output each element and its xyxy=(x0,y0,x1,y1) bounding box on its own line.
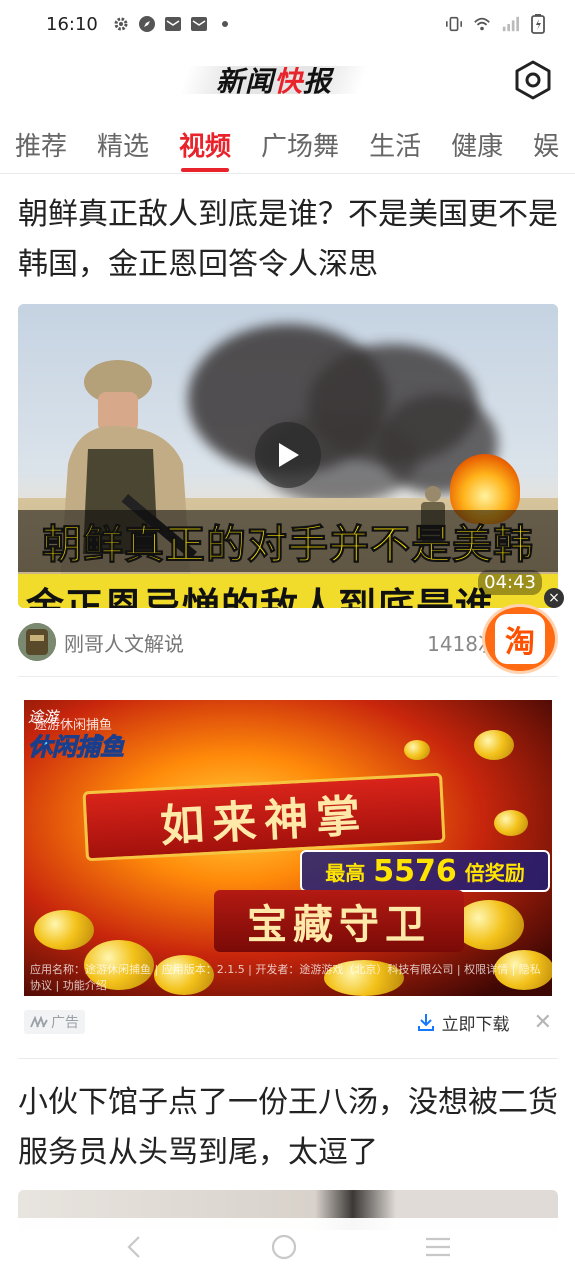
wifi-icon xyxy=(473,15,491,33)
ad-subbanner: 宝藏守卫 xyxy=(214,890,464,952)
play-button[interactable] xyxy=(255,422,321,488)
app-logo: 新闻快报 xyxy=(178,60,370,100)
download-icon xyxy=(417,1014,434,1031)
video-duration: 04:43 xyxy=(478,570,542,595)
tab-health[interactable]: 健康 xyxy=(436,112,518,173)
video-thumbnail[interactable]: 朝鲜真正的对手并不是美韩 金正恩忌惮的敌人到底是谁 04:43 xyxy=(18,304,558,608)
logo-text-part2: 快 xyxy=(273,65,303,98)
settings-button[interactable] xyxy=(513,58,553,102)
taobao-floating-button[interactable]: 淘 × xyxy=(482,588,564,674)
ad-meta-row: 广告 立即下载 ✕ xyxy=(24,1008,552,1036)
divider xyxy=(18,1058,558,1059)
download-button[interactable]: 立即下载 xyxy=(416,1010,510,1035)
status-time: 16:10 xyxy=(46,13,98,35)
play-icon xyxy=(279,443,299,467)
app-header: 新闻快报 xyxy=(0,48,575,112)
mail-notification-icon xyxy=(164,15,182,33)
ad-image[interactable]: 途游 休闲捕鱼 途游休闲捕鱼 如来神掌 最高 5576 倍奖励 宝藏守卫 应用名… xyxy=(24,700,552,996)
home-icon[interactable] xyxy=(270,1233,298,1265)
author-row: 刚哥人文解说 1418次 xyxy=(18,620,558,664)
ad-source-icon xyxy=(30,1016,48,1028)
system-nav-bar xyxy=(0,1218,575,1280)
taobao-icon: 淘 xyxy=(505,625,535,660)
tab-video[interactable]: 视频 xyxy=(164,112,246,173)
status-bar: 16:10 xyxy=(0,0,575,48)
compass-notification-icon xyxy=(138,15,156,33)
hexagon-settings-icon xyxy=(515,60,551,100)
article-title[interactable]: 朝鲜真正敌人到底是谁？不是美国更不是韩国，金正恩回答令人深思 xyxy=(18,190,558,290)
back-icon[interactable] xyxy=(123,1234,145,1264)
tab-square-dance[interactable]: 广场舞 xyxy=(246,112,354,173)
tab-entertainment[interactable]: 娱 xyxy=(518,112,574,173)
more-notifications-dot-icon xyxy=(216,15,234,33)
status-right xyxy=(445,14,547,34)
logo-text-part1: 新闻 xyxy=(215,65,274,98)
logo-text-part3: 报 xyxy=(303,65,333,98)
ad-fineprint: 应用名称：途游休闲捕鱼 | 应用版本：2.1.5 | 开发者：途游游戏（北京）科… xyxy=(30,963,541,992)
author-name[interactable]: 刚哥人文解说 xyxy=(64,628,184,657)
close-icon[interactable]: × xyxy=(544,588,564,608)
ad-badge: 广告 xyxy=(24,1010,85,1034)
notification-icons xyxy=(112,15,234,33)
author-avatar[interactable] xyxy=(18,623,56,661)
tab-recommend[interactable]: 推荐 xyxy=(0,112,82,173)
signal-icon xyxy=(501,15,519,33)
tab-life[interactable]: 生活 xyxy=(354,112,436,173)
ad-logo-overlay-text: 途游休闲捕鱼 xyxy=(34,718,113,733)
article-title-2[interactable]: 小伙下馆子点了一份王八汤，没想被二货服务员从头骂到尾，太逗了 xyxy=(18,1078,558,1178)
video-caption-line2: 金正恩忌惮的敌人到底是谁 xyxy=(18,574,558,608)
vibrate-icon xyxy=(445,15,463,33)
video-caption-line1: 朝鲜真正的对手并不是美韩 xyxy=(18,510,558,572)
menu-icon[interactable] xyxy=(424,1235,452,1263)
category-tabs: 推荐 精选 视频 广场舞 生活 健康 娱 xyxy=(0,112,575,174)
ad-bonus-badge: 最高 5576 倍奖励 xyxy=(300,850,550,892)
tab-featured[interactable]: 精选 xyxy=(82,112,164,173)
mail-notification-icon-2 xyxy=(190,15,208,33)
ad-dismiss-icon[interactable]: ✕ xyxy=(534,1010,552,1035)
battery-icon xyxy=(529,14,547,34)
divider xyxy=(18,676,558,677)
gear-notification-icon xyxy=(112,15,130,33)
